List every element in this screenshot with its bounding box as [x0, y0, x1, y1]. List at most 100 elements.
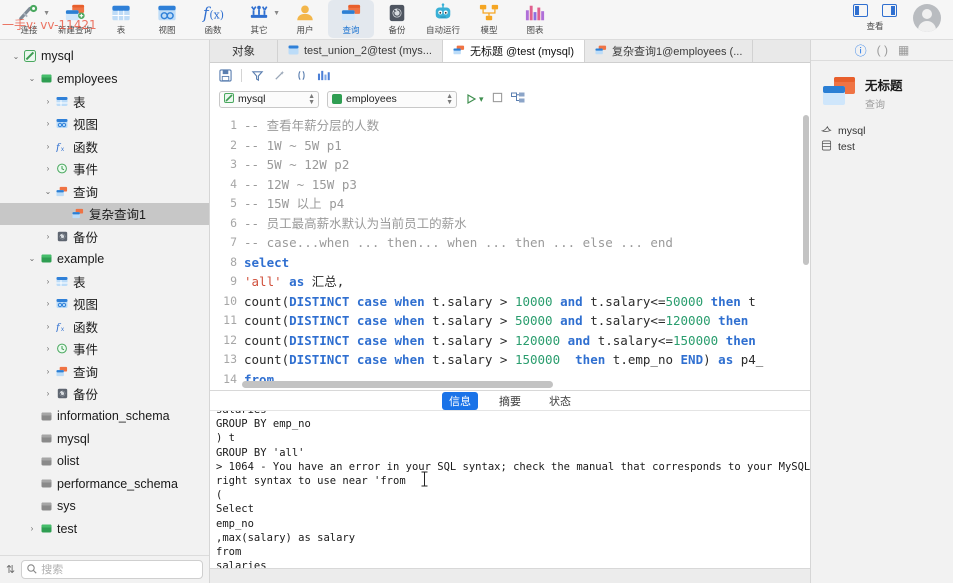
- grid-icon[interactable]: ▦: [898, 43, 909, 57]
- beautify-icon[interactable]: [251, 69, 264, 82]
- tree-node-example[interactable]: ⌄example: [0, 248, 209, 271]
- tree-node-[interactable]: ›事件: [0, 158, 209, 181]
- tree-node-sys[interactable]: sys: [0, 495, 209, 518]
- chevron-right-icon[interactable]: ›: [42, 119, 54, 128]
- tree-node-performance_schema[interactable]: performance_schema: [0, 473, 209, 496]
- results-tab[interactable]: 摘要: [492, 392, 528, 410]
- toolbar-button-chart[interactable]: 图表: [512, 0, 558, 38]
- tab-objects[interactable]: 对象: [210, 40, 278, 62]
- chevron-right-icon[interactable]: ›: [42, 322, 54, 331]
- toolbar-button-connection[interactable]: 连接▼: [6, 0, 52, 38]
- save-icon[interactable]: [219, 69, 232, 82]
- search-box[interactable]: [21, 560, 203, 579]
- chevron-right-icon[interactable]: ›: [42, 232, 54, 241]
- avatar[interactable]: [913, 4, 941, 32]
- tree-node-[interactable]: ›表: [0, 270, 209, 293]
- search-input[interactable]: [41, 564, 197, 576]
- code-icon[interactable]: ( ): [877, 43, 888, 57]
- code-line[interactable]: -- 员工最高薪水默认为当前员工的薪水: [240, 214, 810, 234]
- tree-node-[interactable]: ›fx函数: [0, 135, 209, 158]
- editor-tab[interactable]: 复杂查询1@employees (...: [585, 40, 753, 62]
- parentheses-icon[interactable]: [295, 69, 308, 82]
- chevron-right-icon[interactable]: ›: [42, 164, 54, 173]
- info-icon[interactable]: ⓘ: [855, 42, 867, 59]
- toolbar-button-user[interactable]: 用户: [282, 0, 328, 38]
- run-button[interactable]: ▾: [465, 93, 484, 105]
- stop-button[interactable]: [492, 92, 503, 106]
- tree-node-olist[interactable]: olist: [0, 450, 209, 473]
- code-line[interactable]: count(DISTINCT case when t.salary > 1000…: [240, 292, 810, 312]
- tree-node-employees[interactable]: ⌄employees: [0, 68, 209, 91]
- tree-node-[interactable]: ›备份: [0, 383, 209, 406]
- toolbar-button-other[interactable]: 其它▼: [236, 0, 282, 38]
- code-line[interactable]: -- 15W 以上 p4: [240, 194, 810, 214]
- chevron-right-icon[interactable]: ›: [42, 142, 54, 151]
- editor-tab[interactable]: 无标题 @test (mysql): [443, 40, 585, 62]
- toolbar-button-function[interactable]: f(x)函数: [190, 0, 236, 38]
- chevron-down-icon[interactable]: ▼: [43, 10, 50, 17]
- tree-node-[interactable]: ›视图: [0, 293, 209, 316]
- stepper-icon[interactable]: ▲▼: [308, 94, 315, 106]
- toolbar-button-automation[interactable]: 自动运行: [420, 0, 466, 38]
- code-line[interactable]: -- 12W ~ 15W p3: [240, 175, 810, 195]
- toolbar-button-model[interactable]: 模型: [466, 0, 512, 38]
- editor-tab[interactable]: test_union_2@test (mys...: [278, 40, 443, 62]
- code-line[interactable]: count(DISTINCT case when t.salary > 1500…: [240, 350, 810, 370]
- info-panel-item[interactable]: test: [821, 139, 943, 155]
- tree-node-1[interactable]: 复杂查询1: [0, 203, 209, 226]
- chevron-down-icon[interactable]: ⌄: [26, 74, 38, 83]
- chevron-right-icon[interactable]: ›: [42, 367, 54, 376]
- chevron-down-icon[interactable]: ⌄: [26, 254, 38, 263]
- tree-node-test[interactable]: ›test: [0, 518, 209, 541]
- explain-plan-icon[interactable]: [511, 92, 525, 107]
- tree-node-mysql[interactable]: mysql: [0, 428, 209, 451]
- chevron-right-icon[interactable]: ›: [42, 277, 54, 286]
- sort-icon[interactable]: ⇅: [6, 563, 15, 576]
- left-pane-toggle-icon[interactable]: [853, 4, 868, 17]
- connection-select[interactable]: mysql ▲▼: [219, 91, 319, 108]
- toolbar-button-new-query[interactable]: 新建查询: [52, 0, 98, 38]
- code-line[interactable]: -- case...when ... then... when ... then…: [240, 233, 810, 253]
- editor-vertical-scrollbar[interactable]: [803, 115, 809, 265]
- code-area[interactable]: -- 查看年薪分层的人数-- 1W ~ 5W p1-- 5W ~ 12W p2-…: [240, 111, 810, 390]
- right-pane-toggle-icon[interactable]: [882, 4, 897, 17]
- toolbar-button-table[interactable]: 表: [98, 0, 144, 38]
- stepper-icon[interactable]: ▲▼: [446, 94, 453, 106]
- chevron-right-icon[interactable]: ›: [42, 97, 54, 106]
- chevron-right-icon[interactable]: ›: [26, 524, 38, 533]
- chevron-down-icon[interactable]: ⌄: [42, 187, 54, 196]
- code-line[interactable]: -- 5W ~ 12W p2: [240, 155, 810, 175]
- tree-node-[interactable]: ›备份: [0, 225, 209, 248]
- editor-horizontal-scrollbar-track[interactable]: [242, 381, 798, 388]
- explain-icon[interactable]: [317, 69, 331, 82]
- toolbar-button-backup[interactable]: 备份: [374, 0, 420, 38]
- code-line[interactable]: 'all' as 汇总,: [240, 272, 810, 292]
- code-line[interactable]: -- 查看年薪分层的人数: [240, 116, 810, 136]
- info-panel-item[interactable]: mysql: [821, 123, 943, 139]
- sql-editor[interactable]: 123456789101112131415 -- 查看年薪分层的人数-- 1W …: [210, 111, 810, 390]
- results-tab[interactable]: 状态: [542, 392, 578, 410]
- tree-node-[interactable]: ›查询: [0, 360, 209, 383]
- code-line[interactable]: -- 1W ~ 5W p1: [240, 136, 810, 156]
- chevron-right-icon[interactable]: ›: [42, 389, 54, 398]
- chevron-right-icon[interactable]: ›: [42, 299, 54, 308]
- tree-node-[interactable]: ›事件: [0, 338, 209, 361]
- code-line[interactable]: select: [240, 253, 810, 273]
- wand-icon[interactable]: [273, 69, 286, 82]
- tree-node-[interactable]: ›表: [0, 90, 209, 113]
- code-line[interactable]: count(DISTINCT case when t.salary > 1200…: [240, 331, 810, 351]
- tree-node-[interactable]: ⌄查询: [0, 180, 209, 203]
- code-line[interactable]: count(DISTINCT case when t.salary > 5000…: [240, 311, 810, 331]
- database-select[interactable]: employees ▲▼: [327, 91, 457, 108]
- tree-node-[interactable]: ›fx函数: [0, 315, 209, 338]
- toolbar-button-query[interactable]: 查询: [328, 0, 374, 38]
- tree-node-mysql[interactable]: ⌄mysql: [0, 45, 209, 68]
- chevron-down-icon[interactable]: ⌄: [10, 52, 22, 61]
- toolbar-button-view[interactable]: 视图: [144, 0, 190, 38]
- chevron-down-icon[interactable]: ▼: [273, 10, 280, 17]
- tree-node-[interactable]: ›视图: [0, 113, 209, 136]
- editor-horizontal-scrollbar-thumb[interactable]: [242, 381, 553, 388]
- chevron-right-icon[interactable]: ›: [42, 344, 54, 353]
- tree-node-information_schema[interactable]: information_schema: [0, 405, 209, 428]
- object-tree[interactable]: ⌄mysql⌄employees›表›视图›fx函数›事件⌄查询复杂查询1›备份…: [0, 40, 209, 555]
